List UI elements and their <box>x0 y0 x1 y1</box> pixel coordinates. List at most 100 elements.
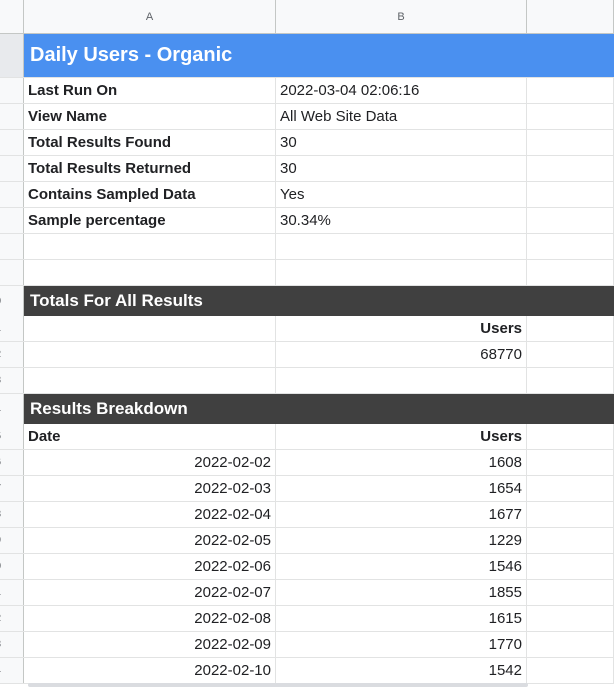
meta-value[interactable]: Yes <box>276 182 527 207</box>
users-cell[interactable]: 1546 <box>276 554 527 579</box>
row-number[interactable]: 1 <box>0 580 24 605</box>
breakdown-section-title[interactable]: Results Breakdown <box>24 394 614 424</box>
row-number[interactable]: 0 <box>0 554 24 579</box>
column-header-b[interactable]: B <box>276 0 527 33</box>
meta-label[interactable]: Sample percentage <box>24 208 276 233</box>
row-number[interactable]: 3 <box>0 368 24 393</box>
empty-cell[interactable] <box>24 368 276 393</box>
empty-cell[interactable] <box>527 156 614 181</box>
horizontal-scrollbar[interactable] <box>28 683 528 687</box>
users-cell[interactable]: 1677 <box>276 502 527 527</box>
empty-cell[interactable] <box>276 368 527 393</box>
empty-cell[interactable] <box>527 632 614 657</box>
column-header-a[interactable]: A <box>24 0 276 33</box>
meta-row: Sample percentage 30.34% <box>0 208 614 234</box>
empty-cell[interactable] <box>276 260 527 285</box>
empty-cell[interactable] <box>24 260 276 285</box>
date-cell[interactable]: 2022-02-09 <box>24 632 276 657</box>
date-cell[interactable]: 2022-02-10 <box>24 658 276 683</box>
date-cell[interactable]: 2022-02-07 <box>24 580 276 605</box>
date-cell[interactable]: 2022-02-03 <box>24 476 276 501</box>
meta-value[interactable]: 30.34% <box>276 208 527 233</box>
totals-section-title[interactable]: Totals For All Results <box>24 286 614 316</box>
date-cell[interactable]: 2022-02-02 <box>24 450 276 475</box>
empty-cell[interactable] <box>527 130 614 155</box>
row-number[interactable] <box>0 208 24 233</box>
totals-users-header[interactable]: Users <box>276 316 527 341</box>
row-number[interactable]: 6 <box>0 450 24 475</box>
row-number[interactable]: 2 <box>0 606 24 631</box>
row-number[interactable]: 1 <box>0 316 24 341</box>
empty-cell[interactable] <box>527 260 614 285</box>
row-number[interactable] <box>0 104 24 129</box>
meta-row: View Name All Web Site Data <box>0 104 614 130</box>
meta-value[interactable]: 30 <box>276 130 527 155</box>
row-number[interactable]: 3 <box>0 632 24 657</box>
row-number[interactable]: 9 <box>0 528 24 553</box>
empty-cell[interactable] <box>527 208 614 233</box>
row-number[interactable] <box>0 260 24 285</box>
empty-cell[interactable] <box>527 658 614 683</box>
totals-value-row: 2 68770 <box>0 342 614 368</box>
row-number[interactable]: 5 <box>0 424 24 449</box>
date-column-header[interactable]: Date <box>24 424 276 449</box>
users-cell[interactable]: 1855 <box>276 580 527 605</box>
row-number[interactable] <box>0 130 24 155</box>
date-cell[interactable]: 2022-02-04 <box>24 502 276 527</box>
empty-cell[interactable] <box>527 450 614 475</box>
users-cell[interactable]: 1542 <box>276 658 527 683</box>
meta-label[interactable]: Total Results Found <box>24 130 276 155</box>
empty-cell[interactable] <box>276 234 527 259</box>
empty-cell[interactable] <box>527 182 614 207</box>
date-cell[interactable]: 2022-02-06 <box>24 554 276 579</box>
row-number[interactable]: 0 <box>0 286 24 316</box>
select-all-corner[interactable] <box>0 0 24 33</box>
users-cell[interactable]: 1654 <box>276 476 527 501</box>
empty-cell[interactable] <box>24 342 276 367</box>
empty-cell[interactable] <box>527 502 614 527</box>
meta-value[interactable]: All Web Site Data <box>276 104 527 129</box>
row-number[interactable]: 8 <box>0 502 24 527</box>
meta-label[interactable]: Last Run On <box>24 78 276 103</box>
empty-cell[interactable] <box>527 554 614 579</box>
row-number[interactable] <box>0 234 24 259</box>
empty-cell[interactable] <box>527 528 614 553</box>
column-header-c[interactable] <box>527 0 614 33</box>
row-number[interactable]: 7 <box>0 476 24 501</box>
empty-cell[interactable] <box>527 368 614 393</box>
empty-cell[interactable] <box>527 78 614 103</box>
users-cell[interactable]: 1229 <box>276 528 527 553</box>
empty-cell[interactable] <box>527 580 614 605</box>
empty-cell[interactable] <box>24 316 276 341</box>
spreadsheet-grid: A B Daily Users - Organic Last Run On 20… <box>0 0 614 684</box>
meta-value[interactable]: 30 <box>276 156 527 181</box>
meta-label[interactable]: View Name <box>24 104 276 129</box>
meta-value[interactable]: 2022-03-04 02:06:16 <box>276 78 527 103</box>
row-number[interactable]: 4 <box>0 658 24 683</box>
date-cell[interactable]: 2022-02-08 <box>24 606 276 631</box>
empty-cell[interactable] <box>527 316 614 341</box>
totals-users-value[interactable]: 68770 <box>276 342 527 367</box>
meta-label[interactable]: Total Results Returned <box>24 156 276 181</box>
row-number[interactable]: 2 <box>0 342 24 367</box>
users-column-header[interactable]: Users <box>276 424 527 449</box>
row-number[interactable]: 4 <box>0 394 24 424</box>
empty-cell[interactable] <box>527 476 614 501</box>
empty-cell[interactable] <box>527 342 614 367</box>
empty-cell[interactable] <box>527 606 614 631</box>
empty-cell[interactable] <box>24 234 276 259</box>
row-number[interactable] <box>0 34 24 77</box>
users-cell[interactable]: 1615 <box>276 606 527 631</box>
row-number[interactable] <box>0 156 24 181</box>
meta-row: Total Results Found 30 <box>0 130 614 156</box>
report-title[interactable]: Daily Users - Organic <box>24 34 614 77</box>
row-number[interactable] <box>0 182 24 207</box>
empty-cell[interactable] <box>527 104 614 129</box>
users-cell[interactable]: 1770 <box>276 632 527 657</box>
empty-cell[interactable] <box>527 424 614 449</box>
users-cell[interactable]: 1608 <box>276 450 527 475</box>
meta-label[interactable]: Contains Sampled Data <box>24 182 276 207</box>
date-cell[interactable]: 2022-02-05 <box>24 528 276 553</box>
empty-cell[interactable] <box>527 234 614 259</box>
row-number[interactable] <box>0 78 24 103</box>
